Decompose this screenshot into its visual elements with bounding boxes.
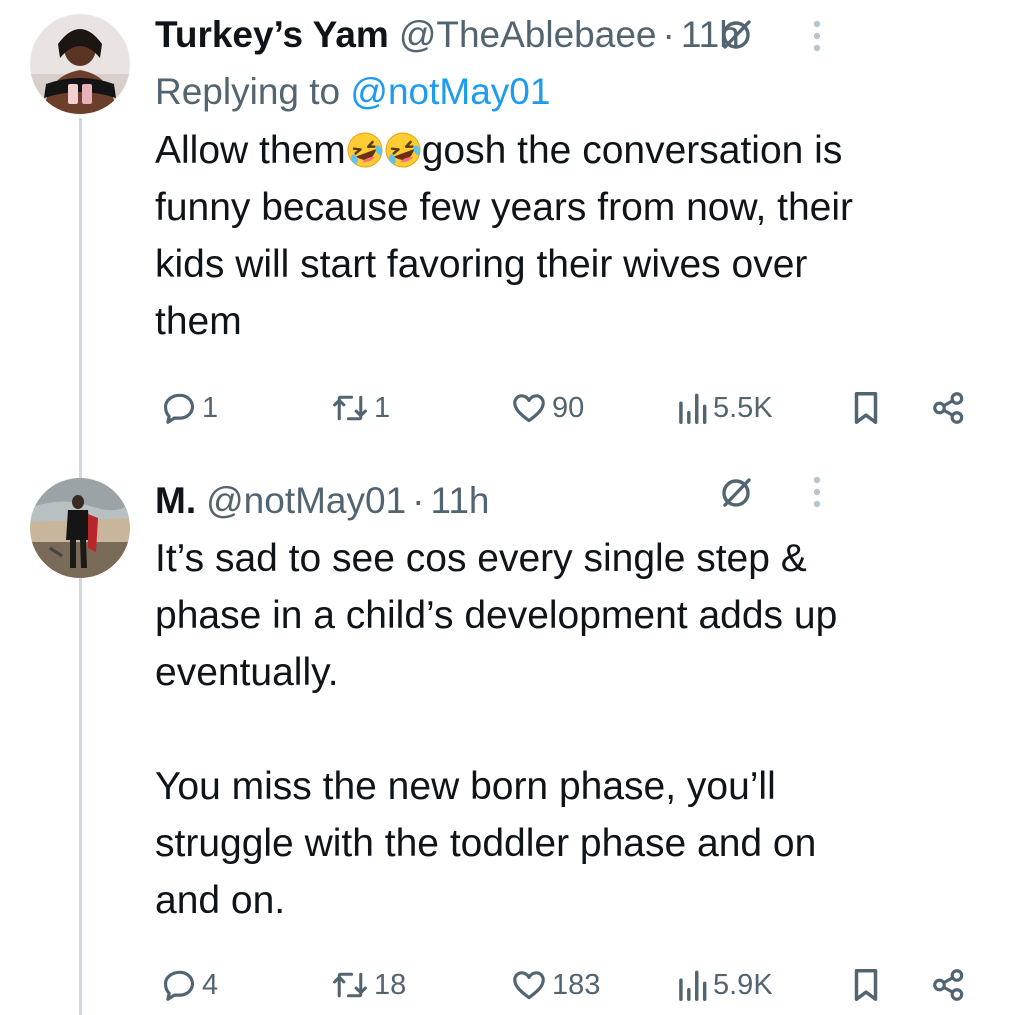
repost-icon [333, 972, 367, 998]
tweet-header: M. @notMay01 · 11h [155, 472, 1004, 530]
tweet-text: It’s sad to see cos every single step & … [155, 537, 838, 922]
replying-to-label: Replying to [155, 71, 351, 112]
tweet-reply[interactable]: Turkey’s Yam @TheAblebaee · 11h Replying… [0, 0, 1024, 460]
share-button[interactable] [930, 962, 968, 1008]
action-bar: 1 1 90 5.5K [155, 385, 1004, 431]
reply-count: 1 [202, 391, 219, 424]
repost-icon [333, 395, 367, 421]
like-button[interactable]: 90 [510, 385, 584, 431]
repost-count: 1 [374, 391, 391, 424]
action-bar: 4 18 183 5.9K [155, 962, 1004, 1008]
rolling-on-floor-laughing-emoji [347, 132, 383, 168]
share-icon [933, 969, 964, 1001]
tweet-text-start: Allow them [155, 129, 346, 172]
tweet-original[interactable]: M. @notMay01 · 11h It’s sad to see cos e… [0, 460, 1024, 1015]
avatar[interactable] [30, 478, 130, 578]
views-icon [679, 970, 707, 1001]
tweet-text: Allow them gosh the conversation is funn… [155, 122, 1004, 350]
timestamp[interactable]: 11h [681, 14, 740, 56]
rolling-on-floor-laughing-emoji [385, 132, 421, 168]
tweet-header: Turkey’s Yam @TheAblebaee · 11h [155, 6, 1004, 64]
separator-dot: · [412, 480, 425, 521]
reply-button[interactable]: 1 [160, 385, 218, 431]
bookmark-icon [854, 969, 878, 1001]
like-count: 183 [552, 968, 601, 1001]
display-name[interactable]: M. [155, 480, 196, 522]
replying-to: Replying to @notMay01 [155, 64, 1004, 120]
reply-icon [163, 970, 195, 1001]
view-count: 5.9K [713, 968, 773, 1001]
reply-count: 4 [202, 968, 219, 1001]
avatar[interactable] [30, 14, 130, 114]
separator-dot: · [662, 14, 675, 55]
heart-icon [513, 394, 545, 423]
share-button[interactable] [930, 385, 968, 431]
user-handle[interactable]: @TheAblebaee [399, 14, 657, 56]
heart-icon [513, 971, 545, 1000]
repost-button[interactable]: 1 [330, 385, 390, 431]
bookmark-button[interactable] [849, 385, 883, 431]
reply-button[interactable]: 4 [160, 962, 218, 1008]
repost-button[interactable]: 18 [330, 962, 406, 1008]
display-name[interactable]: Turkey’s Yam [155, 14, 389, 56]
views-icon [679, 393, 707, 424]
user-handle[interactable]: @notMay01 [206, 480, 406, 522]
repost-count: 18 [374, 968, 407, 1001]
share-icon [933, 392, 964, 424]
views-button[interactable]: 5.5K [675, 385, 773, 431]
bookmark-icon [854, 392, 878, 424]
reply-icon [163, 393, 195, 424]
replying-to-mention[interactable]: @notMay01 [350, 71, 550, 112]
timestamp[interactable]: 11h [431, 480, 490, 522]
like-count: 90 [552, 391, 585, 424]
view-count: 5.5K [713, 391, 773, 424]
bookmark-button[interactable] [849, 962, 883, 1008]
views-button[interactable]: 5.9K [675, 962, 773, 1008]
like-button[interactable]: 183 [510, 962, 600, 1008]
